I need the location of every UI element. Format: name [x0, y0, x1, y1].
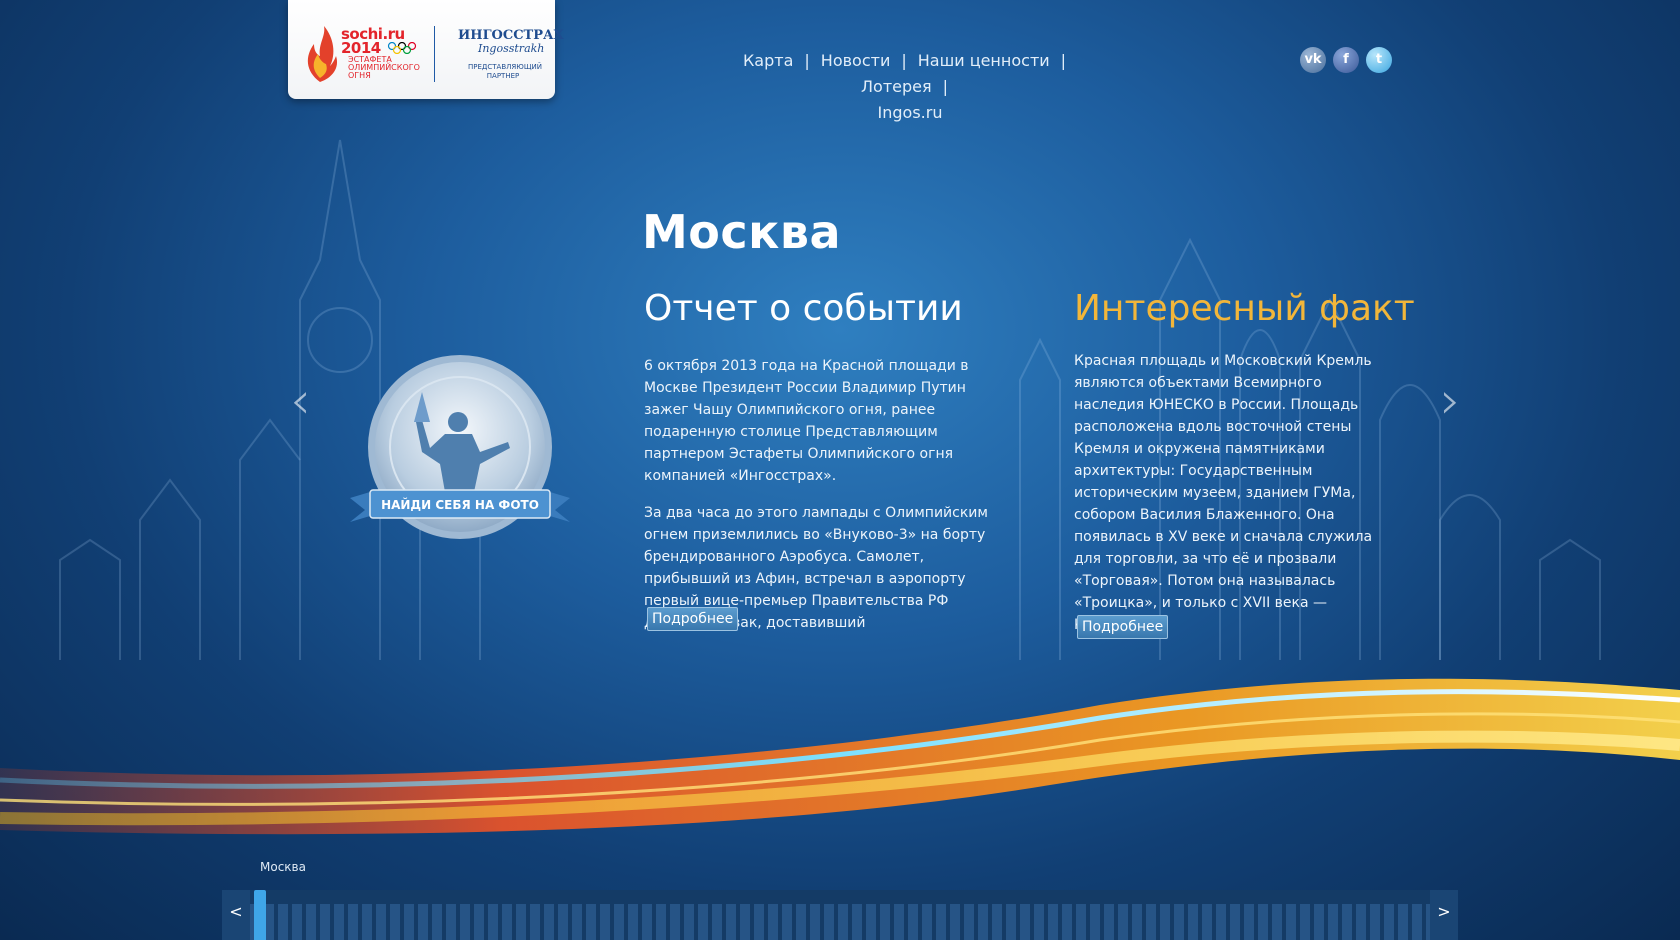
- find-yourself-label: НАЙДИ СЕБЯ НА ФОТО: [381, 497, 539, 512]
- logo-divider: [434, 26, 435, 82]
- timeline-current-city: Москва: [260, 860, 306, 874]
- slider-prev-arrow[interactable]: ‹: [290, 375, 311, 427]
- city-title: Москва: [642, 205, 842, 259]
- main-nav: Карта | Новости | Наши ценности | Лотерея | Ing…: [700, 48, 1120, 126]
- timeline: < >: [222, 890, 1458, 940]
- nav-map[interactable]: Карта: [743, 51, 793, 70]
- nav-news[interactable]: Новости: [821, 51, 891, 70]
- fact-body: Красная площадь и Московский Кремль явля…: [1074, 353, 1373, 633]
- timeline-active-marker[interactable]: [254, 890, 266, 940]
- partner-subtitle: ПРЕДСТАВЛЯЮЩИЙ ПАРТНЕР: [468, 63, 542, 80]
- timeline-ticks[interactable]: [250, 904, 1430, 940]
- find-yourself-photo-badge[interactable]: НАЙДИ СЕБЯ НА ФОТО: [350, 352, 570, 552]
- olympic-rings-icon: [387, 42, 417, 54]
- fact-more-button[interactable]: Подробнее: [1077, 615, 1169, 639]
- nav-ingos[interactable]: Ingos.ru: [878, 103, 943, 122]
- nav-separator: |: [942, 77, 948, 96]
- ingosstrakh-logo-script: Ingosstrakh: [478, 42, 545, 55]
- timeline-next-button[interactable]: >: [1430, 890, 1458, 940]
- vk-icon[interactable]: vk: [1300, 47, 1326, 73]
- twitter-icon[interactable]: t: [1366, 47, 1392, 73]
- nav-separator: |: [804, 51, 810, 70]
- olympic-flame-icon: [307, 26, 338, 82]
- ingosstrakh-logo-title: ИНГОССТРАХ: [458, 28, 564, 43]
- slider-next-arrow[interactable]: ›: [1440, 375, 1461, 427]
- facebook-icon[interactable]: f: [1333, 47, 1359, 73]
- header-logo-card[interactable]: sochi.ru 2014 ЭСТАФЕТА ОЛИМПИЙСКОГО ОГНЯ …: [288, 0, 564, 99]
- report-body: 6 октября 2013 года на Красной площади в…: [644, 355, 1014, 649]
- timeline-prev-button[interactable]: <: [222, 890, 250, 940]
- report-title: Отчет о событии: [644, 288, 963, 329]
- nav-lottery[interactable]: Лотерея: [861, 77, 932, 96]
- report-more-button[interactable]: Подробнее: [647, 607, 739, 631]
- sochi-logo-subtitle: ЭСТАФЕТА ОЛИМПИЙСКОГО ОГНЯ: [348, 55, 420, 80]
- fact-title: Интересный факт: [1074, 288, 1415, 329]
- nav-separator: |: [901, 51, 907, 70]
- nav-values[interactable]: Наши ценности: [918, 51, 1050, 70]
- report-paragraph: 6 октября 2013 года на Красной площади в…: [644, 358, 969, 484]
- nav-separator: |: [1060, 51, 1067, 70]
